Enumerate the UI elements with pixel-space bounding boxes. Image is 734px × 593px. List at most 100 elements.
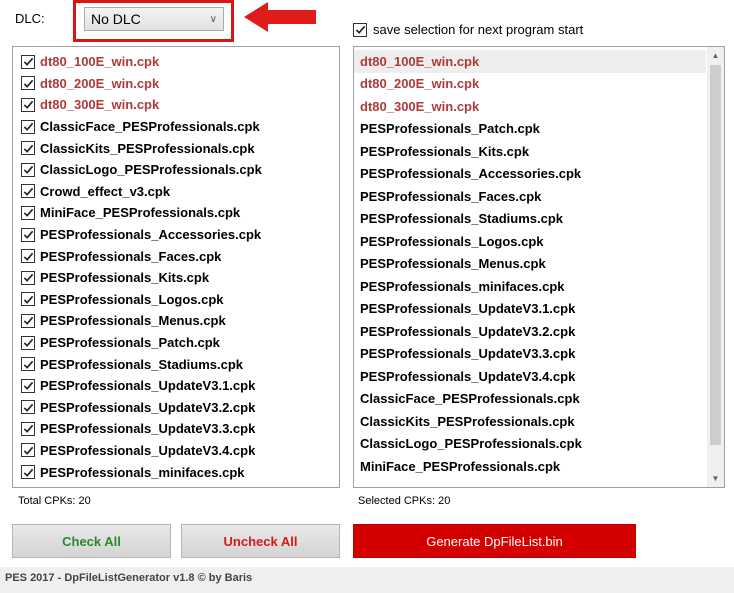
list-item[interactable]: dt80_100E_win.cpk <box>13 51 339 73</box>
item-checkbox[interactable] <box>21 270 35 285</box>
list-item[interactable]: ClassicLogo_PESProfessionals.cpk <box>13 159 339 181</box>
list-item[interactable]: dt80_300E_win.cpk <box>354 95 706 118</box>
item-label: dt80_300E_win.cpk <box>40 97 160 113</box>
checkmark-icon <box>23 273 33 283</box>
list-item[interactable]: PESProfessionals_Faces.cpk <box>354 185 706 208</box>
checkmark-icon <box>23 295 33 304</box>
item-label: PESProfessionals_Patch.cpk <box>40 335 220 351</box>
list-item[interactable]: PESProfessionals_Kits.cpk <box>354 140 706 163</box>
list-item[interactable]: PESProfessionals_Logos.cpk <box>13 289 339 311</box>
scrollbar[interactable]: ▲ ▼ <box>707 47 724 487</box>
list-item[interactable]: PESProfessionals_minifaces.cpk <box>13 461 339 483</box>
checkmark-icon <box>23 403 33 412</box>
item-label: ClassicKits_PESProfessionals.cpk <box>40 140 255 156</box>
cpk-checklist[interactable]: dt80_100E_win.cpk dt80_200E_win.cpk dt80_3… <box>12 46 340 488</box>
checkmark-icon <box>23 252 33 261</box>
list-item[interactable]: ClassicLogo_PESProfessionals.cpk <box>354 433 706 456</box>
item-checkbox[interactable] <box>21 292 35 307</box>
uncheck-all-button[interactable]: Uncheck All <box>181 524 340 558</box>
list-item[interactable]: PESProfessionals_Patch.cpk <box>354 118 706 141</box>
list-item[interactable]: PESProfessionals_UpdateV3.2.cpk <box>354 320 706 343</box>
list-item[interactable]: PESProfessionals_UpdateV3.3.cpk <box>354 343 706 366</box>
list-item[interactable]: PESProfessionals_Faces.cpk <box>13 245 339 267</box>
list-item[interactable]: MiniFace_PESProfessionals.cpk <box>13 202 339 224</box>
item-checkbox[interactable] <box>21 421 35 436</box>
item-checkbox[interactable] <box>21 357 35 372</box>
list-item[interactable]: PESProfessionals_UpdateV3.4.cpk <box>13 440 339 462</box>
item-checkbox[interactable] <box>21 249 35 264</box>
item-checkbox[interactable] <box>21 335 35 350</box>
list-item[interactable]: PESProfessionals_Stadiums.cpk <box>354 208 706 231</box>
list-item[interactable]: PESProfessionals_Logos.cpk <box>354 230 706 253</box>
list-item[interactable]: PESProfessionals_Accessories.cpk <box>13 224 339 246</box>
item-checkbox[interactable] <box>21 465 35 480</box>
list-item[interactable]: ClassicFace_PESProfessionals.cpk <box>13 116 339 138</box>
list-item[interactable]: PESProfessionals_UpdateV3.2.cpk <box>13 397 339 419</box>
list-item[interactable]: PESProfessionals_Kits.cpk <box>13 267 339 289</box>
item-label: MiniFace_PESProfessionals.cpk <box>40 205 241 221</box>
item-checkbox[interactable] <box>21 76 35 91</box>
checkmark-icon <box>23 79 33 88</box>
checkmark-icon <box>23 468 33 477</box>
item-checkbox[interactable] <box>21 54 35 69</box>
list-item[interactable]: ClassicKits_PESProfessionals.cpk <box>354 410 706 433</box>
list-item[interactable]: dt80_200E_win.cpk <box>13 73 339 95</box>
list-item[interactable]: PESProfessionals_Menus.cpk <box>354 253 706 276</box>
list-item[interactable]: PESProfessionals_UpdateV3.1.cpk <box>354 298 706 321</box>
checkmark-icon <box>23 317 33 326</box>
checkmark-icon <box>23 360 33 369</box>
item-checkbox[interactable] <box>21 141 35 156</box>
checkmark-icon <box>23 425 33 434</box>
item-checkbox[interactable] <box>21 378 35 393</box>
item-label: dt80_100E_win.cpk <box>40 54 160 70</box>
item-label: ClassicLogo_PESProfessionals.cpk <box>40 162 262 178</box>
item-checkbox[interactable] <box>21 227 35 242</box>
item-checkbox[interactable] <box>21 184 35 199</box>
checkmark-icon <box>23 230 33 239</box>
list-item[interactable]: ClassicFace_PESProfessionals.cpk <box>354 388 706 411</box>
item-checkbox[interactable] <box>21 162 35 177</box>
item-label: PESProfessionals_Faces.cpk <box>40 248 222 264</box>
item-checkbox[interactable] <box>21 97 35 112</box>
list-item[interactable]: PESProfessionals_Stadiums.cpk <box>13 353 339 375</box>
list-item[interactable]: PESProfessionals_UpdateV3.3.cpk <box>13 418 339 440</box>
generate-button[interactable]: Generate DpFileList.bin <box>353 524 636 558</box>
scroll-up-icon[interactable]: ▲ <box>707 47 724 64</box>
item-label: PESProfessionals_minifaces.cpk <box>40 464 245 480</box>
checkmark-icon <box>23 446 33 455</box>
item-label: PESProfessionals_Accessories.cpk <box>40 227 262 243</box>
item-label: dt80_200E_win.cpk <box>40 75 160 91</box>
item-checkbox[interactable] <box>21 313 35 328</box>
checkmark-icon <box>23 381 33 391</box>
list-item[interactable]: dt80_200E_win.cpk <box>354 73 706 96</box>
list-item[interactable]: PESProfessionals_UpdateV3.1.cpk <box>13 375 339 397</box>
total-cpks: Total CPKs: 20 <box>18 495 91 507</box>
scrollbar-thumb[interactable] <box>710 65 721 445</box>
chevron-down-icon: ∨ <box>209 13 217 25</box>
list-item[interactable]: dt80_300E_win.cpk <box>13 94 339 116</box>
checkmark-icon <box>23 101 33 110</box>
item-checkbox[interactable] <box>21 205 35 220</box>
list-item[interactable]: PESProfessionals_Menus.cpk <box>13 310 339 332</box>
save-selection-checkbox[interactable] <box>353 22 367 37</box>
item-checkbox[interactable] <box>21 443 35 458</box>
list-item[interactable]: PESProfessionals_Accessories.cpk <box>354 163 706 186</box>
dlc-dropdown[interactable]: No DLC ∨ <box>84 7 224 31</box>
checkmark-icon <box>23 166 33 175</box>
item-checkbox[interactable] <box>21 400 35 415</box>
checkmark-icon <box>23 187 33 196</box>
check-all-button[interactable]: Check All <box>12 524 171 558</box>
list-item[interactable]: dt80_100E_win.cpk <box>354 50 706 73</box>
list-item[interactable]: PESProfessionals_minifaces.cpk <box>354 275 706 298</box>
item-checkbox[interactable] <box>21 119 35 134</box>
list-item[interactable]: ClassicKits_PESProfessionals.cpk <box>13 137 339 159</box>
list-item[interactable]: Crowd_effect_v3.cpk <box>13 181 339 203</box>
checkmark-icon <box>355 25 365 34</box>
footer-credit: PES 2017 - DpFileListGenerator v1.8 © by… <box>0 567 734 593</box>
selected-cpk-list[interactable]: dt80_100E_win.cpk dt80_200E_win.cpk dt80_3… <box>353 46 725 488</box>
list-item[interactable]: PESProfessionals_UpdateV3.4.cpk <box>354 365 706 388</box>
list-item[interactable]: MiniFace_PESProfessionals.cpk <box>354 455 706 478</box>
scroll-down-icon[interactable]: ▼ <box>707 470 724 487</box>
save-selection-row[interactable]: save selection for next program start <box>353 22 583 37</box>
list-item[interactable]: PESProfessionals_Patch.cpk <box>13 332 339 354</box>
